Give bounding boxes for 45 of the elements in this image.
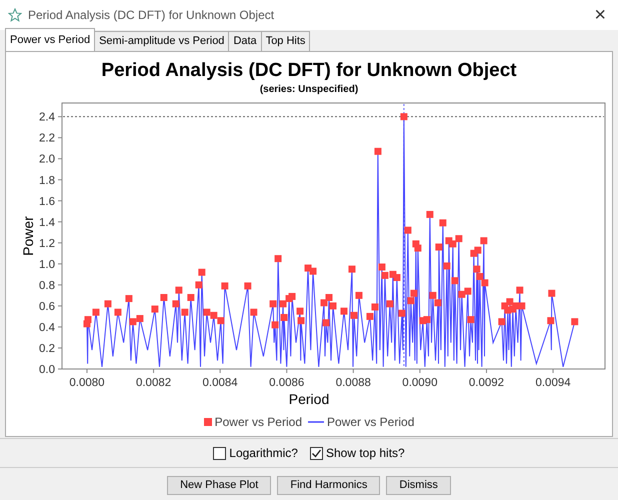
y-tick-label: 0.6 <box>39 300 55 313</box>
x-tick-label: 0.0086 <box>269 377 304 389</box>
window-title: Period Analysis (DC DFT) for Unknown Object <box>28 7 274 24</box>
y-tick-label: 1.4 <box>39 216 55 229</box>
legend-label: Power vs Period <box>327 414 414 431</box>
x-axis-title: Period <box>288 391 330 407</box>
checkbox-label[interactable]: Logarithmic? <box>229 444 298 462</box>
y-tick-label: 0.0 <box>39 364 55 376</box>
y-tick-label: 1.6 <box>39 196 55 208</box>
dialog-button[interactable]: Dismiss <box>386 476 451 495</box>
y-tick-label: 1.2 <box>39 238 55 250</box>
dialog-button[interactable]: Find Harmonics <box>277 476 380 495</box>
x-tick-label: 0.0090 <box>402 377 438 389</box>
y-tick-label: 0.8 <box>39 280 55 292</box>
dialog-button[interactable]: New Phase Plot <box>167 476 272 495</box>
top-hit-marker <box>322 319 330 326</box>
top-hit-marker <box>298 317 305 324</box>
y-tick-label: 1.0 <box>39 258 55 271</box>
chart-subtitle: (series: Unspecified) <box>260 84 358 95</box>
checkbox[interactable] <box>213 446 226 460</box>
top-hit-marker <box>547 317 554 324</box>
close-button[interactable]: × <box>588 5 612 25</box>
x-tick-label: 0.0094 <box>535 377 571 389</box>
legend-label: Power vs Period <box>214 414 302 431</box>
y-tick-label: 1.8 <box>39 174 55 187</box>
y-tick-label: 0.4 <box>39 322 55 334</box>
x-tick-label: 0.0084 <box>202 377 238 389</box>
top-hit-marker <box>571 318 578 326</box>
x-tick-label: 0.0092 <box>468 377 504 389</box>
checkbox[interactable] <box>310 446 323 460</box>
checkbox-label[interactable]: Show top hits? <box>326 444 405 462</box>
y-tick-label: 2.4 <box>39 112 55 124</box>
x-tick-label: 0.0082 <box>136 377 172 389</box>
top-hit-marker <box>296 308 304 315</box>
y-axis-title: Power <box>20 216 36 256</box>
tab[interactable]: Power vs Period <box>5 28 96 51</box>
x-tick-label: 0.0088 <box>336 377 371 389</box>
y-tick-label: 2.0 <box>39 154 55 166</box>
top-hit-marker <box>274 255 282 262</box>
tab[interactable]: Top Hits <box>260 30 310 51</box>
star-icon <box>8 8 22 22</box>
y-tick-label: 2.2 <box>39 132 55 145</box>
y-tick-label: 0.2 <box>39 342 55 355</box>
chart-title: Period Analysis (DC DFT) for Unknown Object <box>101 60 517 81</box>
x-tick-label: 0.0080 <box>69 377 105 389</box>
